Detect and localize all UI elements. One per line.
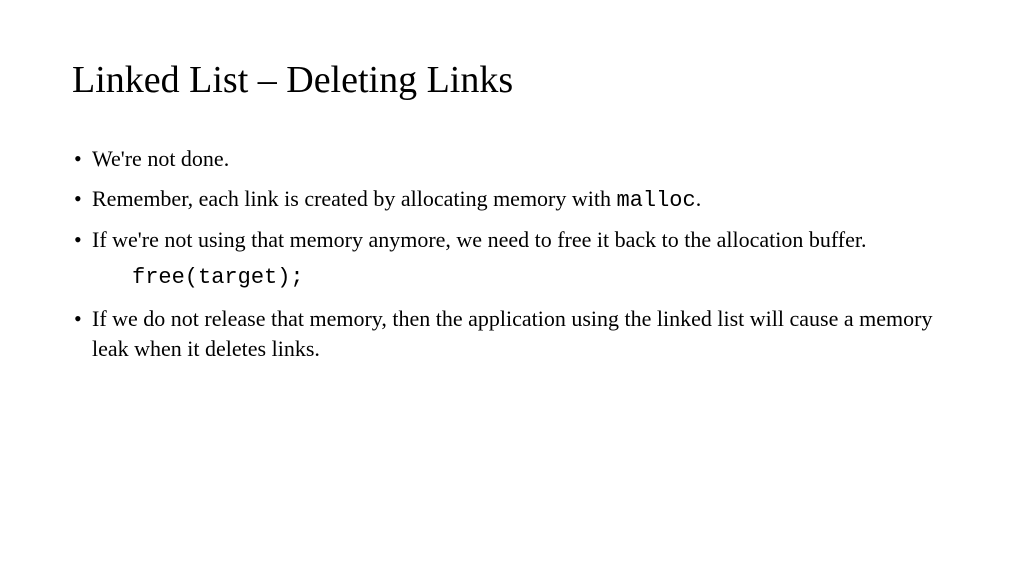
code-block: free(target); xyxy=(72,265,952,290)
list-item: If we do not release that memory, then t… xyxy=(72,304,952,363)
inline-code: malloc xyxy=(617,188,696,213)
text-segment: Remember, each link is created by alloca… xyxy=(92,186,617,211)
text-segment: . xyxy=(696,186,702,211)
bullet-list: If we do not release that memory, then t… xyxy=(72,304,952,363)
list-item: We're not done. xyxy=(72,144,952,174)
list-item: If we're not using that memory anymore, … xyxy=(72,225,952,255)
bullet-list: We're not done. Remember, each link is c… xyxy=(72,144,952,255)
slide-title: Linked List – Deleting Links xyxy=(72,58,952,102)
list-item: Remember, each link is created by alloca… xyxy=(72,184,952,216)
